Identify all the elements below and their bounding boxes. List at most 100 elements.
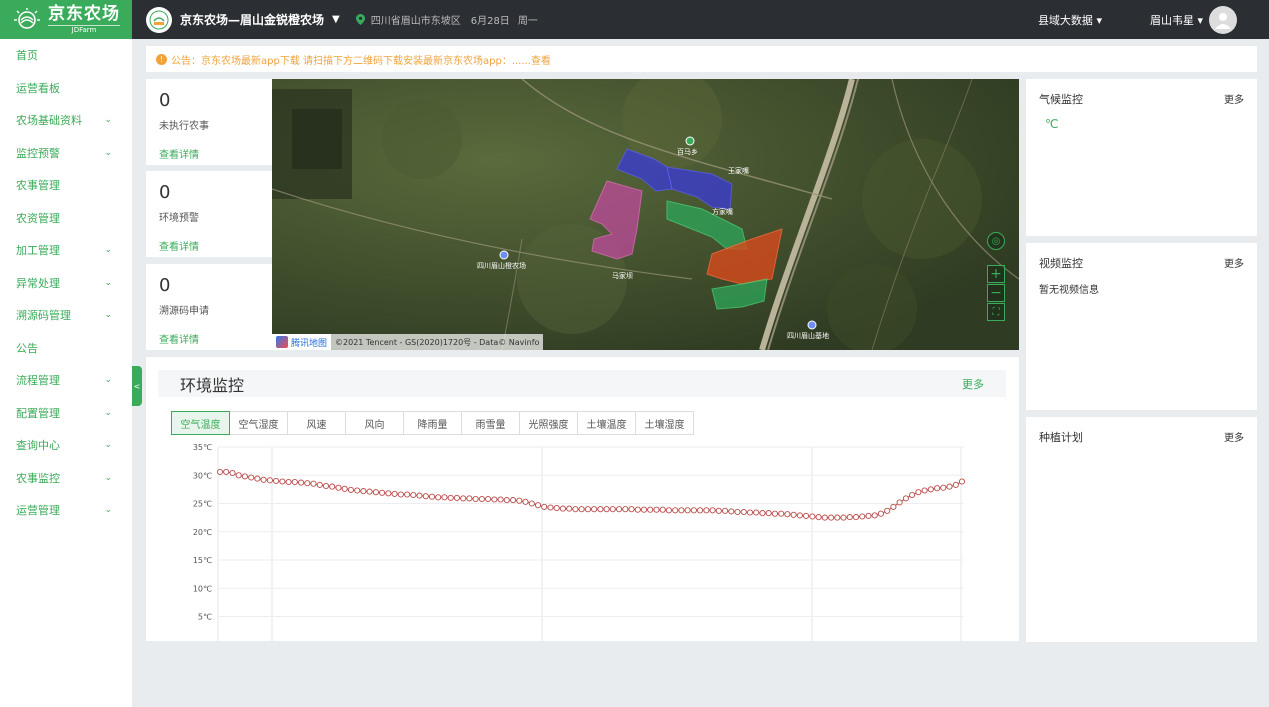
data-point[interactable]	[703, 507, 710, 514]
data-point[interactable]	[946, 483, 953, 490]
data-point[interactable]	[453, 494, 460, 501]
data-point[interactable]	[796, 512, 803, 519]
sidebar-item[interactable]: 公告	[0, 332, 132, 365]
data-point[interactable]	[915, 489, 922, 496]
data-point[interactable]	[229, 469, 236, 477]
data-point[interactable]	[778, 510, 785, 517]
sidebar-item[interactable]: 农场基础资料 ⌄	[0, 104, 132, 137]
data-point[interactable]	[410, 491, 417, 499]
data-point[interactable]	[927, 486, 934, 493]
data-point[interactable]	[235, 472, 242, 479]
data-point[interactable]	[460, 495, 467, 502]
climate-more-link[interactable]: 更多	[1224, 91, 1244, 107]
env-tab[interactable]: 雨雪量	[461, 411, 520, 435]
sidebar-item[interactable]: 流程管理 ⌄	[0, 364, 132, 397]
data-point[interactable]	[803, 512, 810, 519]
data-point[interactable]	[834, 514, 841, 521]
data-point[interactable]	[734, 508, 741, 516]
data-point[interactable]	[884, 507, 891, 514]
data-point[interactable]	[441, 494, 448, 501]
data-point[interactable]	[304, 480, 311, 487]
data-point[interactable]	[372, 489, 379, 496]
data-point[interactable]	[759, 510, 766, 517]
data-point[interactable]	[622, 506, 629, 513]
data-point[interactable]	[921, 487, 928, 494]
zoom-out-button[interactable]: −	[987, 284, 1005, 302]
view-details-link[interactable]: 查看详情	[159, 238, 259, 253]
env-tab[interactable]: 风向	[345, 411, 404, 435]
sidebar-collapse-button[interactable]: <	[132, 366, 142, 406]
sidebar-item[interactable]: 农资管理	[0, 202, 132, 235]
app-logo[interactable]: 京东农场 JDFarm	[0, 0, 132, 39]
data-point[interactable]	[547, 504, 554, 511]
sidebar-item[interactable]: 农事管理	[0, 169, 132, 202]
sidebar-item[interactable]: 运营看板	[0, 72, 132, 105]
satellite-map[interactable]: 百马乡 王家嘴 方家嘴 四川眉山橙农场 四川眉山基地 马家坝 ◎ + − ⛶ 腾…	[272, 79, 1019, 350]
data-point[interactable]	[665, 507, 672, 514]
env-tab[interactable]: 空气湿度	[229, 411, 288, 435]
data-point[interactable]	[865, 512, 872, 519]
data-point[interactable]	[609, 506, 616, 513]
data-point[interactable]	[859, 513, 866, 520]
data-point[interactable]	[909, 491, 916, 499]
data-point[interactable]	[934, 485, 941, 492]
data-point[interactable]	[491, 496, 498, 503]
env-tab[interactable]: 空气温度	[171, 411, 230, 435]
data-point[interactable]	[715, 507, 722, 514]
data-point[interactable]	[890, 503, 897, 510]
data-point[interactable]	[516, 497, 523, 504]
sidebar-item[interactable]: 异常处理 ⌄	[0, 267, 132, 300]
data-point[interactable]	[771, 510, 778, 517]
data-point[interactable]	[628, 506, 635, 513]
data-point[interactable]	[435, 494, 442, 501]
data-point[interactable]	[634, 506, 641, 513]
env-tab[interactable]: 土壤湿度	[635, 411, 694, 435]
data-point[interactable]	[241, 473, 248, 480]
data-point[interactable]	[447, 494, 454, 501]
data-point[interactable]	[298, 479, 305, 486]
data-point[interactable]	[902, 495, 909, 502]
data-point[interactable]	[385, 490, 392, 497]
data-point[interactable]	[640, 506, 648, 513]
user-menu[interactable]: 眉山韦星 ▾	[1150, 12, 1203, 28]
view-details-link[interactable]: 查看详情	[159, 331, 259, 346]
data-point[interactable]	[896, 499, 903, 506]
user-avatar[interactable]	[1209, 5, 1237, 34]
data-point[interactable]	[746, 509, 754, 516]
data-point[interactable]	[678, 507, 685, 514]
view-details-link[interactable]: 查看详情	[159, 146, 259, 161]
data-point[interactable]	[485, 495, 492, 503]
sidebar-item[interactable]: 溯源码管理 ⌄	[0, 299, 132, 332]
data-point[interactable]	[254, 475, 261, 482]
data-point[interactable]	[335, 484, 342, 491]
data-point[interactable]	[572, 506, 579, 513]
data-point[interactable]	[248, 474, 255, 481]
data-point[interactable]	[566, 505, 573, 512]
video-more-link[interactable]: 更多	[1224, 255, 1244, 271]
planting-more-link[interactable]: 更多	[1224, 429, 1244, 445]
env-tab[interactable]: 降雨量	[403, 411, 462, 435]
notice-bar[interactable]: ! 公告：京东农场最新app下载 请扫描下方二维码下载安装最新京东农场app：.…	[146, 46, 1257, 72]
data-point[interactable]	[753, 509, 760, 516]
sidebar-item[interactable]: 查询中心 ⌄	[0, 429, 132, 462]
chevron-down-icon[interactable]: ▼	[332, 14, 340, 25]
sidebar-item[interactable]: 运营管理 ⌄	[0, 494, 132, 527]
data-point[interactable]	[397, 491, 404, 498]
data-point[interactable]	[809, 513, 816, 520]
sidebar-item[interactable]: 首页	[0, 39, 132, 72]
data-point[interactable]	[216, 468, 224, 475]
data-point[interactable]	[391, 490, 398, 497]
data-point[interactable]	[591, 506, 598, 513]
data-point[interactable]	[553, 504, 560, 512]
data-point[interactable]	[528, 500, 535, 507]
farm-title[interactable]: 京东农场—眉山金锐橙农场	[180, 11, 324, 28]
data-point[interactable]	[223, 468, 230, 475]
env-tab[interactable]: 风速	[287, 411, 346, 435]
data-point[interactable]	[722, 507, 729, 514]
data-point[interactable]	[322, 482, 330, 490]
fullscreen-button[interactable]: ⛶	[987, 303, 1005, 321]
data-point[interactable]	[510, 497, 517, 504]
data-point[interactable]	[422, 493, 429, 500]
data-point[interactable]	[815, 514, 822, 521]
data-point[interactable]	[852, 514, 860, 521]
